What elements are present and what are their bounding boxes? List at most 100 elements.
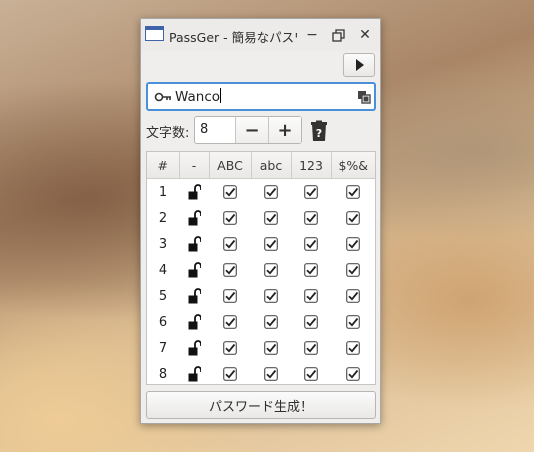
unlocked-padlock-icon xyxy=(188,210,201,226)
symbols-checkbox[interactable] xyxy=(346,263,360,277)
column-header-digits[interactable]: 123 xyxy=(291,152,332,179)
symbols-checkbox[interactable] xyxy=(346,367,360,381)
lowercase-cell xyxy=(251,283,291,309)
digits-cell xyxy=(291,257,331,283)
lowercase-checkbox[interactable] xyxy=(264,289,278,303)
row-number: 2 xyxy=(158,210,168,226)
help-icon[interactable]: ? xyxy=(309,120,329,142)
digits-checkbox[interactable] xyxy=(304,263,318,277)
lowercase-checkbox[interactable] xyxy=(264,367,278,381)
lock-toggle[interactable] xyxy=(179,205,209,231)
uppercase-checkbox[interactable] xyxy=(223,185,237,199)
digits-checkbox[interactable] xyxy=(304,289,318,303)
uppercase-checkbox[interactable] xyxy=(223,289,237,303)
digits-cell xyxy=(291,205,331,231)
toolbar xyxy=(141,51,380,81)
unlocked-padlock-icon xyxy=(188,184,201,200)
lowercase-cell xyxy=(251,257,291,283)
uppercase-checkbox[interactable] xyxy=(223,237,237,251)
unlocked-padlock-icon xyxy=(188,262,201,278)
copy-icon[interactable] xyxy=(357,90,371,104)
generate-password-button[interactable]: パスワード生成！ xyxy=(146,391,376,419)
lock-toggle[interactable] xyxy=(179,257,209,283)
lowercase-checkbox[interactable] xyxy=(264,341,278,355)
uppercase-cell xyxy=(209,231,251,257)
uppercase-cell xyxy=(209,361,251,384)
lock-toggle[interactable] xyxy=(179,361,209,384)
digits-checkbox[interactable] xyxy=(304,211,318,225)
symbols-cell xyxy=(331,179,375,206)
unlocked-padlock-icon xyxy=(188,236,201,252)
lowercase-cell xyxy=(251,179,291,206)
restore-icon xyxy=(331,28,345,42)
lock-toggle[interactable] xyxy=(179,179,209,206)
uppercase-checkbox[interactable] xyxy=(223,315,237,329)
title-bar[interactable]: PassGer - 簡易なパスワ − ✕ xyxy=(141,19,380,51)
lowercase-checkbox[interactable] xyxy=(264,237,278,251)
close-button[interactable]: ✕ xyxy=(354,24,376,46)
symbols-cell xyxy=(331,361,375,384)
increment-button[interactable]: + xyxy=(268,117,301,143)
symbols-checkbox[interactable] xyxy=(346,341,360,355)
table-row: 7 xyxy=(147,335,375,361)
digits-checkbox[interactable] xyxy=(304,185,318,199)
row-number: 3 xyxy=(158,236,168,252)
length-spinner[interactable]: 8 − + xyxy=(194,116,302,144)
length-value[interactable]: 8 xyxy=(195,117,235,143)
seed-input[interactable]: Wanco xyxy=(146,82,376,111)
symbols-checkbox[interactable] xyxy=(346,237,360,251)
unlocked-padlock-icon xyxy=(188,314,201,330)
uppercase-checkbox[interactable] xyxy=(223,211,237,225)
lowercase-checkbox[interactable] xyxy=(264,211,278,225)
column-header-symbols[interactable]: $%& xyxy=(331,152,375,179)
restore-button[interactable] xyxy=(327,24,349,46)
column-header-lock[interactable]: - xyxy=(179,152,210,179)
column-header-lowercase[interactable]: abc xyxy=(251,152,292,179)
uppercase-cell xyxy=(209,283,251,309)
key-icon xyxy=(154,92,171,102)
symbols-checkbox[interactable] xyxy=(346,315,360,329)
column-header-uppercase[interactable]: ABC xyxy=(209,152,252,179)
symbols-checkbox[interactable] xyxy=(346,185,360,199)
lowercase-checkbox[interactable] xyxy=(264,185,278,199)
seed-text: Wanco xyxy=(175,89,220,105)
lock-toggle[interactable] xyxy=(179,231,209,257)
lock-toggle[interactable] xyxy=(179,283,209,309)
play-button[interactable] xyxy=(343,53,375,77)
uppercase-checkbox[interactable] xyxy=(223,263,237,277)
symbols-cell xyxy=(331,309,375,335)
digits-cell xyxy=(291,361,331,384)
lock-toggle[interactable] xyxy=(179,309,209,335)
symbols-checkbox[interactable] xyxy=(346,211,360,225)
unlocked-padlock-icon xyxy=(188,366,201,382)
play-icon xyxy=(356,59,364,71)
lock-toggle[interactable] xyxy=(179,335,209,361)
digits-checkbox[interactable] xyxy=(304,367,318,381)
digits-checkbox[interactable] xyxy=(304,315,318,329)
row-number: 8 xyxy=(158,366,168,382)
table-row: 6 xyxy=(147,309,375,335)
digits-cell xyxy=(291,231,331,257)
lowercase-cell xyxy=(251,361,291,384)
uppercase-cell xyxy=(209,335,251,361)
lowercase-checkbox[interactable] xyxy=(264,263,278,277)
uppercase-checkbox[interactable] xyxy=(223,367,237,381)
digits-checkbox[interactable] xyxy=(304,237,318,251)
decrement-button[interactable]: − xyxy=(235,117,268,143)
lowercase-cell xyxy=(251,335,291,361)
lowercase-cell xyxy=(251,205,291,231)
digits-cell xyxy=(291,179,331,206)
digits-checkbox[interactable] xyxy=(304,341,318,355)
uppercase-checkbox[interactable] xyxy=(223,341,237,355)
minimize-button[interactable]: − xyxy=(301,24,323,46)
symbols-cell xyxy=(331,231,375,257)
digits-cell xyxy=(291,309,331,335)
symbols-cell xyxy=(331,335,375,361)
digits-cell xyxy=(291,283,331,309)
svg-text:?: ? xyxy=(316,127,322,140)
lowercase-checkbox[interactable] xyxy=(264,315,278,329)
lowercase-cell xyxy=(251,309,291,335)
window-icon xyxy=(145,26,164,41)
symbols-checkbox[interactable] xyxy=(346,289,360,303)
column-header-number[interactable]: # xyxy=(147,152,180,179)
